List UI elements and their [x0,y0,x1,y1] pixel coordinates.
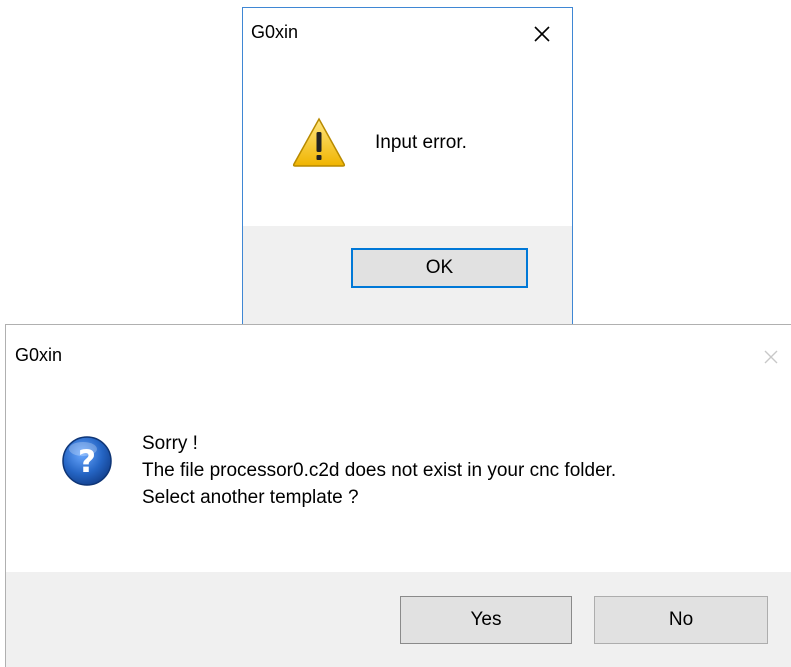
no-button-label: No [668,609,694,630]
close-icon [764,350,778,364]
message-line-1: Sorry ! [142,433,198,454]
question-dialog: G0xin ? Sorry ! The file processor0.c2d … [5,324,791,667]
no-button[interactable]: No [594,596,768,644]
yes-button[interactable]: Yes [400,596,572,644]
message-line-2: The file processor0.c2d does not exist i… [142,460,617,481]
close-icon [534,26,550,42]
button-bar: OK [243,226,572,324]
ok-button[interactable]: OK [351,248,528,288]
ok-button-label: OK [425,257,454,278]
dialog-title: G0xin [251,22,299,42]
dialog-title: G0xin [15,345,63,365]
button-bar: Yes No [6,572,791,667]
message-text: Input error. [375,132,467,153]
message-area: ? Sorry ! The file processor0.c2d does n… [6,377,791,573]
svg-text:?: ? [78,444,96,480]
close-button[interactable] [751,337,791,377]
title-bar[interactable]: G0xin [6,325,791,377]
message-area: Input error. [243,60,572,226]
title-bar[interactable]: G0xin [243,8,572,60]
error-dialog: G0xin Input error. OK [242,7,573,325]
message-line-3: Select another template ? [142,487,359,508]
close-button[interactable] [522,14,562,54]
yes-button-label: Yes [470,609,502,630]
question-icon: ? [62,436,112,486]
warning-icon [292,117,346,167]
